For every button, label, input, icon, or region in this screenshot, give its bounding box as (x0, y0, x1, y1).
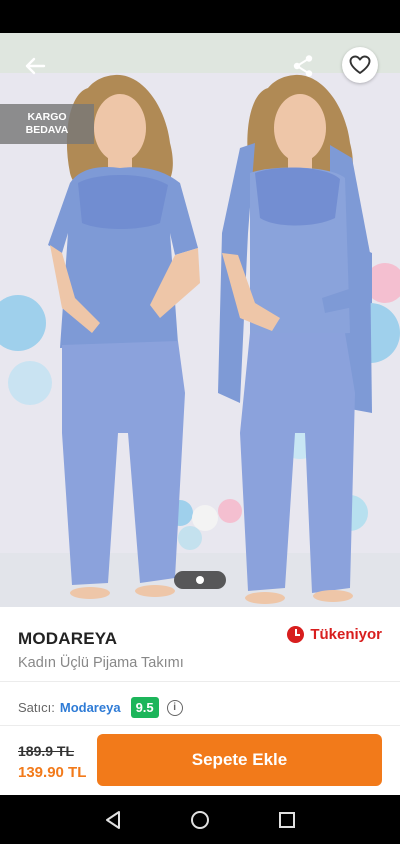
clock-icon (287, 626, 305, 643)
add-to-cart-button[interactable]: Sepete Ekle (97, 734, 382, 786)
nav-home-button[interactable] (185, 805, 215, 835)
product-image-carousel[interactable]: KARGO BEDAVA (0, 33, 400, 607)
nav-recents-icon (278, 811, 295, 828)
stock-status: Tükeniyor (287, 626, 382, 643)
seller-row: Satıcı: Modareya 9.5 i (18, 697, 183, 718)
old-price: 189.9 TL (18, 743, 75, 759)
free-shipping-line1: KARGO (27, 111, 67, 123)
seller-label: Satıcı: (18, 700, 55, 715)
back-button[interactable] (18, 49, 52, 83)
free-shipping-line2: BEDAVA (25, 124, 69, 136)
product-title: Kadın Üçlü Pijama Takımı (18, 655, 184, 671)
current-price: 139.90 TL (18, 764, 87, 781)
share-button[interactable] (286, 49, 320, 83)
system-navigation-bar (0, 795, 400, 844)
nav-recents-button[interactable] (272, 805, 302, 835)
brand-name[interactable]: MODAREYA (18, 629, 117, 649)
divider (0, 681, 400, 682)
image-pager[interactable] (174, 571, 226, 589)
divider (0, 725, 400, 726)
pager-dot (196, 576, 204, 584)
status-bar (0, 0, 400, 33)
seller-name-link[interactable]: Modareya (60, 700, 121, 715)
nav-back-button[interactable] (98, 805, 128, 835)
heart-icon (349, 55, 371, 74)
info-icon[interactable]: i (166, 699, 183, 716)
share-icon (293, 55, 313, 77)
product-info-panel: MODAREYA Kadın Üçlü Pijama Takımı Tükeni… (0, 607, 400, 795)
free-shipping-badge: KARGO BEDAVA (0, 104, 94, 144)
seller-score-badge: 9.5 (130, 697, 159, 718)
favorite-button[interactable] (342, 47, 378, 83)
nav-back-icon (106, 810, 121, 829)
nav-home-icon (190, 810, 209, 829)
back-arrow-icon (25, 57, 46, 75)
stock-status-label: Tükeniyor (310, 626, 382, 643)
